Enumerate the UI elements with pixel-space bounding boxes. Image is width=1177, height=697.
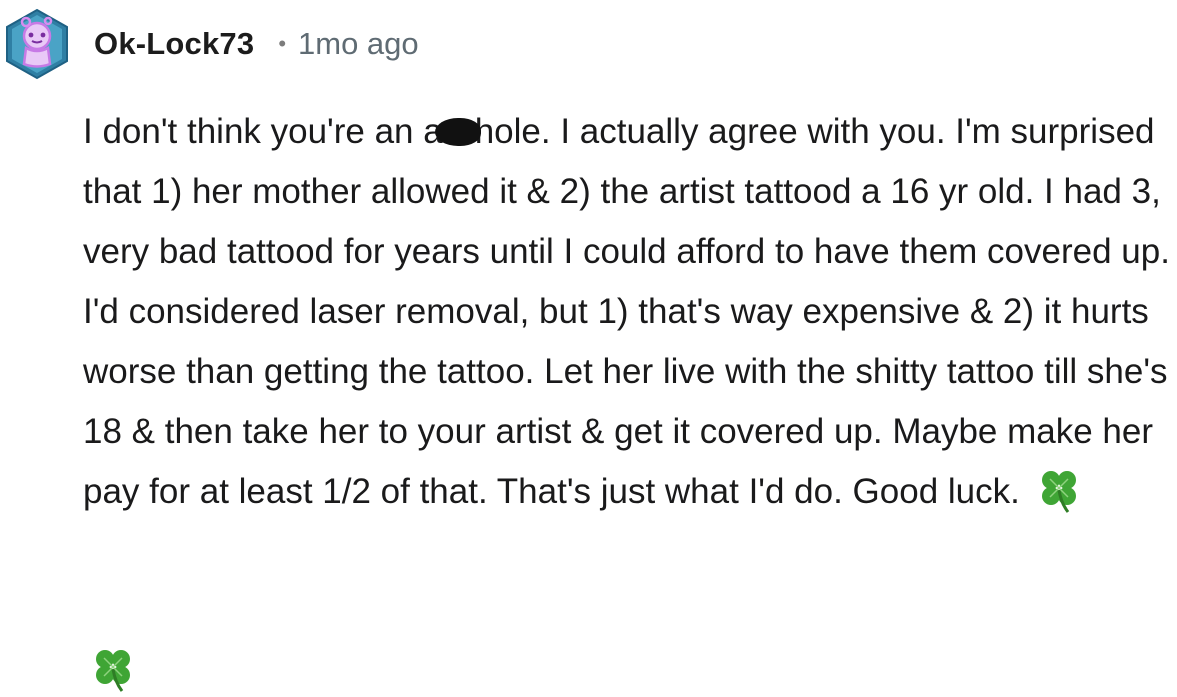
comment-body-part2: hole. I actually agree with you. I'm sur…	[83, 112, 1170, 511]
comment-body-part1: I don't think you're an a	[83, 112, 443, 151]
comment-header: Ok-Lock73 • 1mo ago	[4, 8, 419, 80]
comment-author[interactable]: Ok-Lock73	[94, 26, 254, 62]
comment-timestamp[interactable]: 1mo ago	[298, 26, 419, 62]
comment: Ok-Lock73 • 1mo ago I don't think you're…	[0, 0, 1177, 697]
redaction-scribble-icon	[434, 118, 481, 146]
four-leaf-clover-icon	[96, 650, 130, 692]
four-leaf-clover-icon	[1041, 471, 1076, 513]
avatar[interactable]	[4, 8, 70, 80]
comment-body: I don't think you're an a hole. I actuall…	[83, 102, 1173, 522]
meta-separator: •	[278, 31, 287, 56]
